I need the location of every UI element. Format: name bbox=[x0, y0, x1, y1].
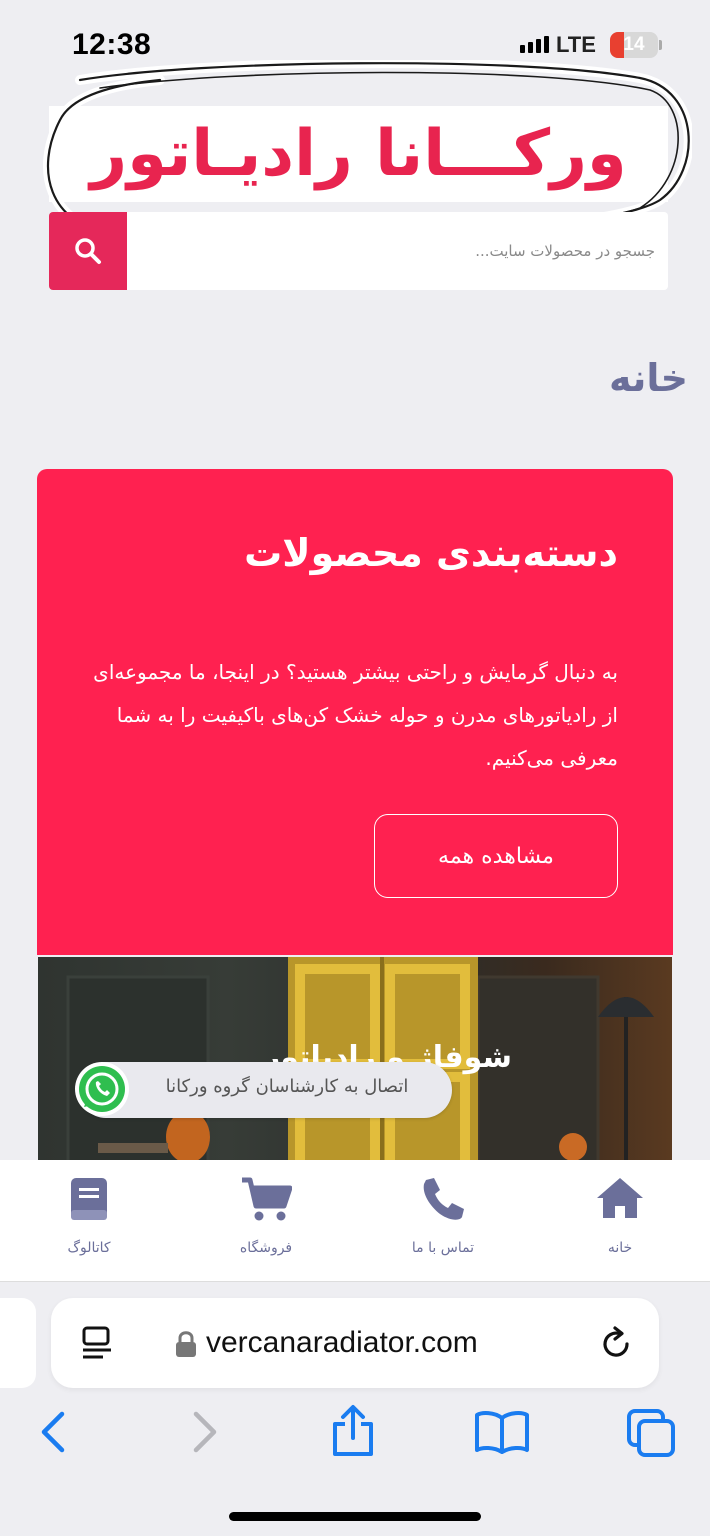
nav-label-catalog: کاتالوگ bbox=[67, 1240, 111, 1256]
cart-icon bbox=[242, 1177, 292, 1221]
nav-item-shop[interactable]: فروشگاه bbox=[201, 1160, 331, 1282]
nav-item-home[interactable]: خانه bbox=[555, 1160, 685, 1282]
nav-item-catalog[interactable]: کاتالوگ bbox=[24, 1160, 154, 1282]
previous-tab-peek[interactable] bbox=[0, 1298, 36, 1388]
bottom-nav: خانه تماس با ما فروشگاه کاتالوگ bbox=[0, 1160, 710, 1282]
signal-icon bbox=[520, 36, 549, 53]
url-text[interactable]: vercanaradiator.com bbox=[206, 1326, 478, 1360]
nav-label-shop: فروشگاه bbox=[239, 1240, 293, 1256]
status-bar: 12:38 LTE 14 bbox=[0, 0, 710, 92]
bookmarks-icon[interactable] bbox=[474, 1410, 530, 1454]
search-icon bbox=[75, 238, 101, 264]
battery-level: 14 bbox=[623, 34, 645, 55]
reload-icon[interactable] bbox=[599, 1326, 635, 1362]
home-icon bbox=[597, 1178, 643, 1218]
site-logo[interactable]: ورکـــانا رادیـاتور bbox=[49, 106, 668, 202]
card-description: به دنبال گرمایش و راحتی بیشتر هستید؟ در … bbox=[93, 660, 618, 770]
reader-icon[interactable] bbox=[81, 1326, 113, 1360]
nav-label-contact: تماس با ما bbox=[411, 1240, 475, 1256]
phone-icon bbox=[423, 1178, 464, 1220]
battery-icon: 14 bbox=[610, 32, 658, 58]
search-button[interactable] bbox=[49, 212, 127, 290]
network-type: LTE bbox=[556, 32, 596, 57]
home-indicator bbox=[229, 1512, 481, 1521]
lock-icon bbox=[176, 1331, 196, 1357]
logo-text: ورکـــانا رادیـاتور bbox=[90, 117, 627, 191]
back-icon[interactable] bbox=[38, 1410, 68, 1454]
nav-label-home: خانه bbox=[607, 1240, 633, 1256]
tabs-icon[interactable] bbox=[626, 1408, 678, 1458]
category-card: دسته‌بندی محصولات به دنبال گرمایش و راحت… bbox=[37, 469, 673, 955]
card-title: دسته‌بندی محصولات bbox=[244, 531, 618, 575]
book-icon bbox=[71, 1178, 107, 1220]
whatsapp-label: اتصال به کارشناسان گروه ورکانا bbox=[165, 1076, 409, 1097]
page-title: خانه bbox=[609, 356, 688, 400]
forward-icon[interactable] bbox=[190, 1410, 220, 1454]
whatsapp-icon[interactable] bbox=[73, 1060, 131, 1118]
battery-nub bbox=[659, 40, 662, 50]
status-time: 12:38 bbox=[72, 28, 152, 61]
nav-item-contact[interactable]: تماس با ما bbox=[378, 1160, 508, 1282]
view-all-button[interactable]: مشاهده همه bbox=[374, 814, 618, 898]
search-input[interactable] bbox=[135, 212, 655, 290]
share-icon[interactable] bbox=[330, 1404, 376, 1458]
